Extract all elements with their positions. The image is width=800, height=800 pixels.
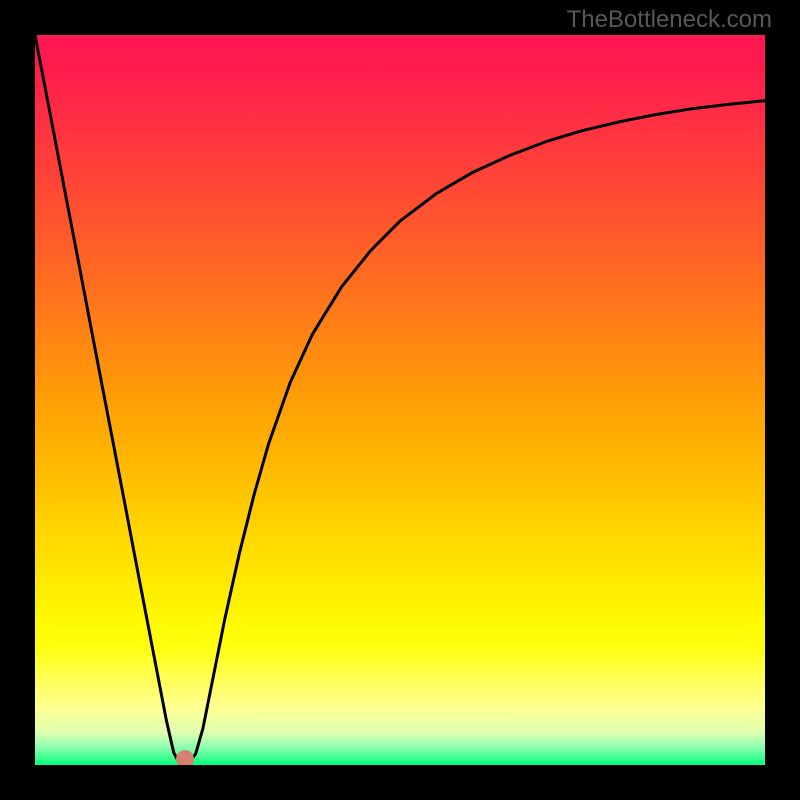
watermark-text: TheBottleneck.com [567, 6, 772, 34]
plot-area [35, 35, 765, 765]
optimal-point-marker [176, 750, 194, 765]
bottleneck-curve [35, 35, 765, 765]
chart-frame: TheBottleneck.com [0, 0, 800, 800]
